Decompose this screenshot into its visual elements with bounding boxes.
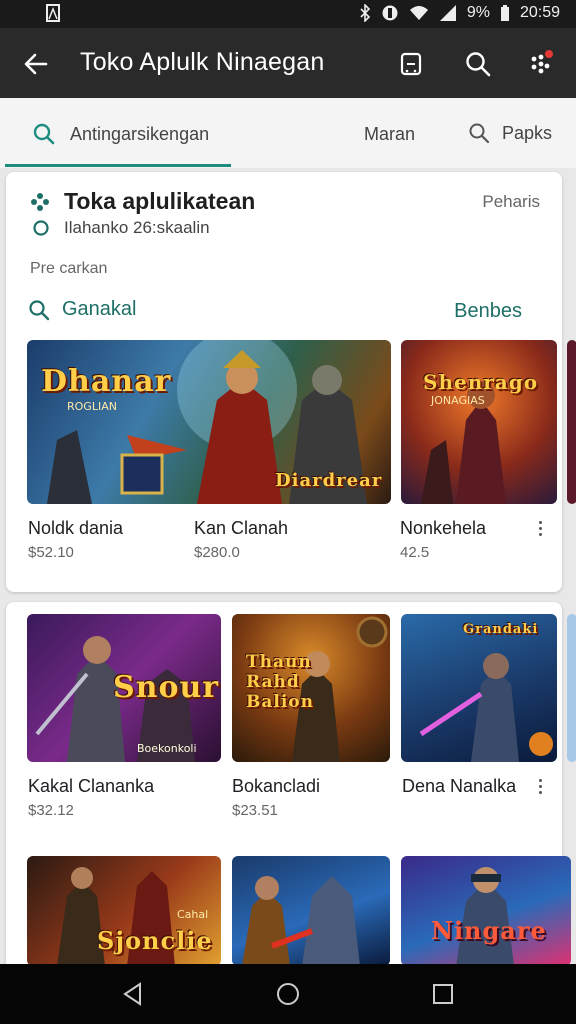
search-icon [469,123,490,144]
game-thumbnail[interactable]: Grandaki [401,614,557,762]
home-circle-icon[interactable] [275,981,301,1007]
tab-maran[interactable]: Maran [364,124,415,145]
tab-pages-label: Papks [502,122,553,143]
status-time: 20:59 [519,4,560,21]
game-grid-card: Snour Boekonkoli Thaun Rahd Balion Grand… [6,602,576,1022]
game-art-title: Grandaki [463,622,539,637]
do-not-disturb-icon [382,5,398,21]
game-price: $280.0 [194,544,240,561]
signal-icon [439,5,456,21]
image-icon [46,4,60,22]
section-search[interactable]: Ganakal [28,298,137,321]
back-arrow-icon[interactable] [22,50,50,78]
game-art-title: Snour [113,670,220,705]
game-name[interactable]: Kan Clanah [194,518,288,539]
section-caption: Pre carkan [30,260,108,277]
system-nav-bar [0,964,576,1024]
game-name[interactable]: Nonkehela [400,518,486,539]
tab-search[interactable]: Antingarsikengan [32,122,209,146]
app-bar: Toko Aplulk Ninaegan [0,28,576,98]
game-name[interactable]: Bokancladi [232,776,320,797]
game-art-subtitle: Cahal [177,908,209,921]
tab-search-label: Antingarsikengan [70,123,210,144]
calendar-icon[interactable] [396,49,426,79]
wifi-icon [409,6,428,20]
tab-indicator [5,164,231,167]
game-thumbnail[interactable]: Dhanar ROGLIAN Diardrear [27,340,391,504]
game-price: $52.10 [28,544,74,561]
notification-dot [545,50,553,58]
more-options-icon[interactable] [536,518,544,540]
see-more-link[interactable]: Benbes [454,300,522,323]
circle-icon [33,220,49,236]
tab-pages[interactable]: Papks [468,122,552,144]
recents-square-icon[interactable] [430,981,456,1007]
section-title: Ganakal [62,298,137,320]
game-art-title: Shenrago [423,370,539,394]
search-icon[interactable] [463,49,493,79]
search-icon [33,123,55,145]
game-thumbnail[interactable]: Shenrago JONAGIAS [401,340,557,504]
game-thumbnail[interactable]: Snour Boekonkoli [27,614,221,762]
game-price: $32.12 [28,802,74,819]
game-art-title: Diardrear [275,470,383,491]
game-price: 42.5 [400,544,430,561]
game-thumbnail[interactable]: Thaun Rahd Balion [232,614,390,762]
battery-percent: 9% [466,4,490,21]
back-triangle-icon[interactable] [120,981,146,1007]
game-price: $23.51 [232,802,278,819]
game-art-title: Thaun Rahd Balion [246,652,314,712]
tab-row: Antingarsikengan Maran Papks [0,98,576,168]
store-subtitle-row: Ilahanko 26:skaalin [32,218,210,238]
game-name[interactable]: Noldk dania [28,518,123,539]
game-art-subtitle: Boekonkoli [137,742,197,755]
store-title: Toka aplulikatean [64,188,256,214]
game-thumbnail[interactable] [232,856,390,966]
game-thumbnail-partial[interactable] [567,340,576,504]
game-art-title: Dhanar [41,364,172,399]
game-name[interactable]: Dena Nanalka [402,776,516,797]
store-side-label[interactable]: Peharis [482,192,540,212]
puzzle-icon [31,192,49,211]
more-options-icon[interactable] [536,776,544,798]
battery-icon [500,5,509,21]
game-thumbnail[interactable]: Sjonclie Cahal [27,856,221,966]
game-thumbnail-partial[interactable] [567,614,576,762]
game-thumbnail[interactable]: Ningare [401,856,571,966]
store-header: Toka aplulikatean [30,188,255,215]
status-bar: 9% 20:59 [0,0,576,28]
game-art-subtitle: ROGLIAN [67,400,117,413]
game-art-title: Sjonclie [97,926,213,955]
more-dots-icon[interactable] [526,49,556,79]
game-art-title: Ningare [431,916,547,945]
page-title: Toko Aplulk Ninaegan [80,48,325,76]
game-art-subtitle: JONAGIAS [431,394,485,407]
game-name[interactable]: Kakal Clananka [28,776,154,797]
store-subtitle: Ilahanko 26:skaalin [64,218,210,237]
store-card: Toka aplulikatean Peharis Ilahanko 26:sk… [6,172,576,592]
bluetooth-icon [360,4,370,22]
search-icon [29,299,50,320]
